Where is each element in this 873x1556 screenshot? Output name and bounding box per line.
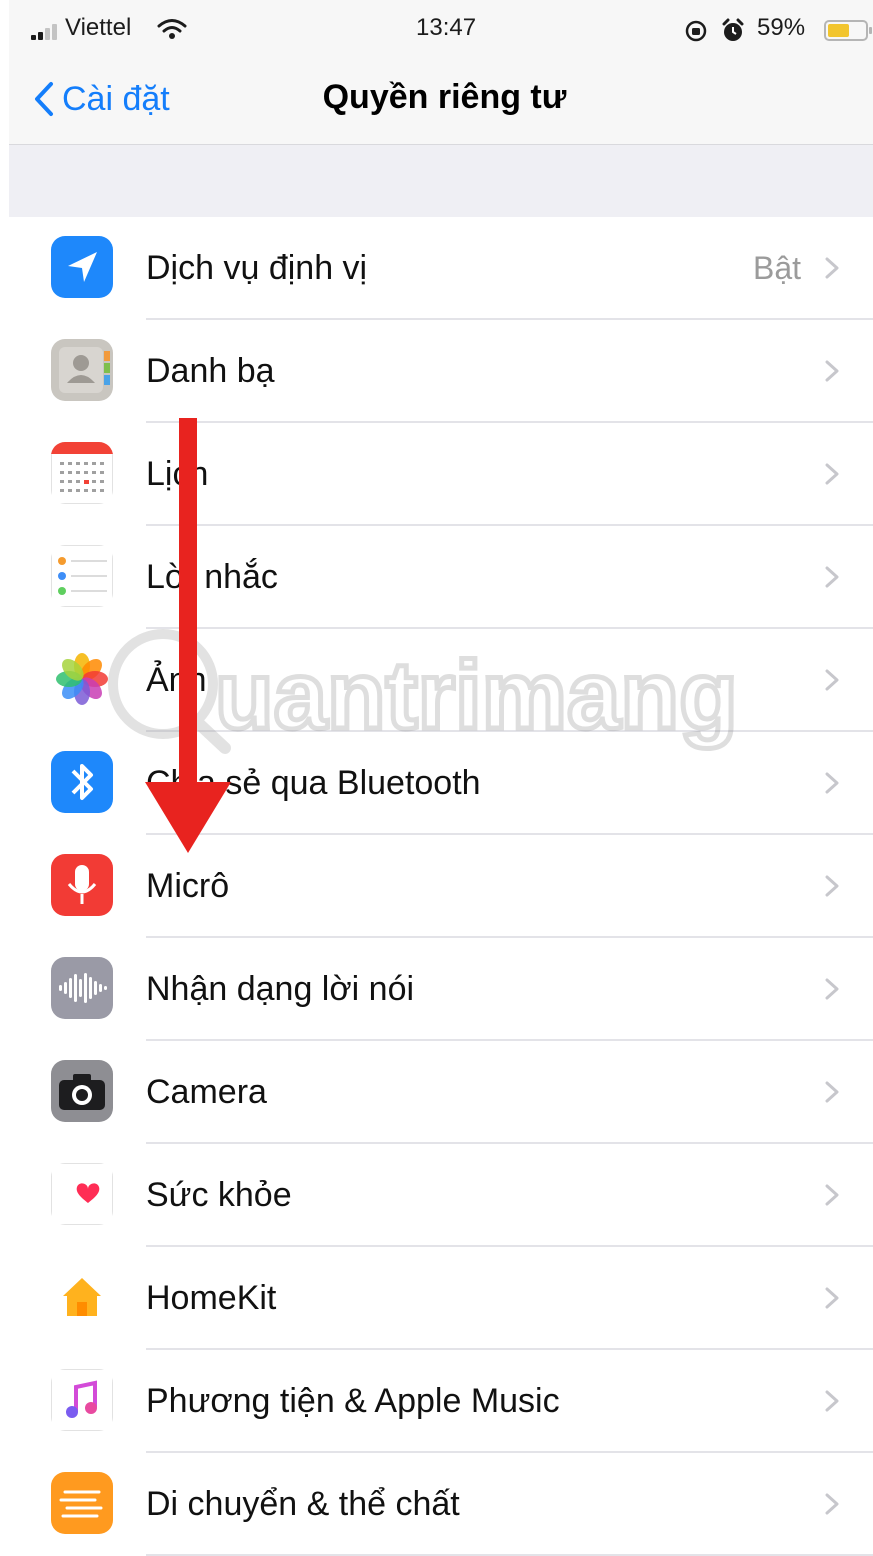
home-icon [51, 1266, 113, 1328]
row-label: Dịch vụ định vị [146, 249, 368, 287]
chevron-right-icon [825, 566, 839, 588]
row-label: Camera [146, 1073, 267, 1111]
row-label: Chia sẻ qua Bluetooth [146, 764, 481, 802]
chevron-right-icon [825, 1184, 839, 1206]
orientation-lock-icon [685, 20, 707, 42]
chevron-right-icon [825, 669, 839, 691]
settings-row-home[interactable]: HomeKit [9, 1247, 873, 1350]
settings-row-health[interactable]: Sức khỏe [9, 1144, 873, 1247]
page-margin [0, 0, 9, 1548]
chevron-right-icon [825, 1493, 839, 1515]
chevron-right-icon [825, 772, 839, 794]
chevron-right-icon [825, 1287, 839, 1309]
battery-icon [824, 20, 872, 41]
row-label: Danh bạ [146, 352, 275, 390]
chevron-right-icon [825, 978, 839, 1000]
location-icon [51, 236, 113, 298]
row-label: Di chuyển & thể chất [146, 1485, 460, 1523]
settings-row-bluetooth[interactable]: Chia sẻ qua Bluetooth [9, 732, 873, 835]
status-bar: Viettel 13:47 59% [9, 0, 873, 62]
contacts-icon [51, 339, 113, 401]
motion-fitness-icon [51, 1472, 113, 1534]
settings-row-speech-recognition[interactable]: Nhận dạng lời nói [9, 938, 873, 1041]
calendar-icon [51, 442, 113, 504]
speech-recognition-icon [51, 957, 113, 1019]
chevron-right-icon [825, 360, 839, 382]
row-label: Phương tiện & Apple Music [146, 1382, 560, 1420]
section-spacer [9, 145, 873, 217]
row-label: Nhận dạng lời nói [146, 970, 415, 1008]
reminders-icon [51, 545, 113, 607]
row-label: Ảnh [146, 661, 207, 699]
camera-icon [51, 1060, 113, 1122]
alarm-icon [722, 18, 744, 41]
settings-row-camera[interactable]: Camera [9, 1041, 873, 1144]
chevron-right-icon [825, 1081, 839, 1103]
row-label: Micrô [146, 867, 230, 905]
chevron-right-icon [825, 463, 839, 485]
bluetooth-icon [51, 751, 113, 813]
settings-row-contacts[interactable]: Danh bạ [9, 320, 873, 423]
privacy-settings-list: Dịch vụ định vị Bật Danh bạ Lịch Lời nhắc Ảnh… [9, 217, 873, 1556]
row-label: HomeKit [146, 1279, 277, 1317]
wifi-icon [157, 19, 187, 39]
music-icon [51, 1369, 113, 1431]
settings-row-photos[interactable]: Ảnh [9, 629, 873, 732]
page-title: Quyền riêng tư [322, 78, 567, 116]
chevron-right-icon [825, 257, 839, 279]
carrier-name: Viettel [65, 14, 132, 41]
battery-fill [828, 24, 850, 37]
cellular-signal-icon [31, 23, 65, 40]
chevron-right-icon [825, 875, 839, 897]
settings-row-microphone[interactable]: Micrô [9, 835, 873, 938]
chevron-right-icon [825, 1390, 839, 1412]
battery-percent: 59% [757, 14, 806, 41]
microphone-icon [51, 854, 113, 916]
settings-row-location[interactable]: Dịch vụ định vị Bật [9, 217, 873, 320]
settings-row-reminders[interactable]: Lời nhắc [9, 526, 873, 629]
row-value: Bật [752, 250, 801, 286]
settings-row-motion-fitness[interactable]: Di chuyển & thể chất [9, 1453, 873, 1556]
photos-icon [51, 648, 113, 710]
row-label: Sức khỏe [146, 1176, 292, 1214]
settings-row-calendar[interactable]: Lịch [9, 423, 873, 526]
row-label: Lời nhắc [146, 558, 278, 596]
settings-row-music[interactable]: Phương tiện & Apple Music [9, 1350, 873, 1453]
status-time: 13:47 [416, 14, 477, 41]
health-icon [51, 1163, 113, 1225]
row-label: Lịch [146, 455, 209, 493]
